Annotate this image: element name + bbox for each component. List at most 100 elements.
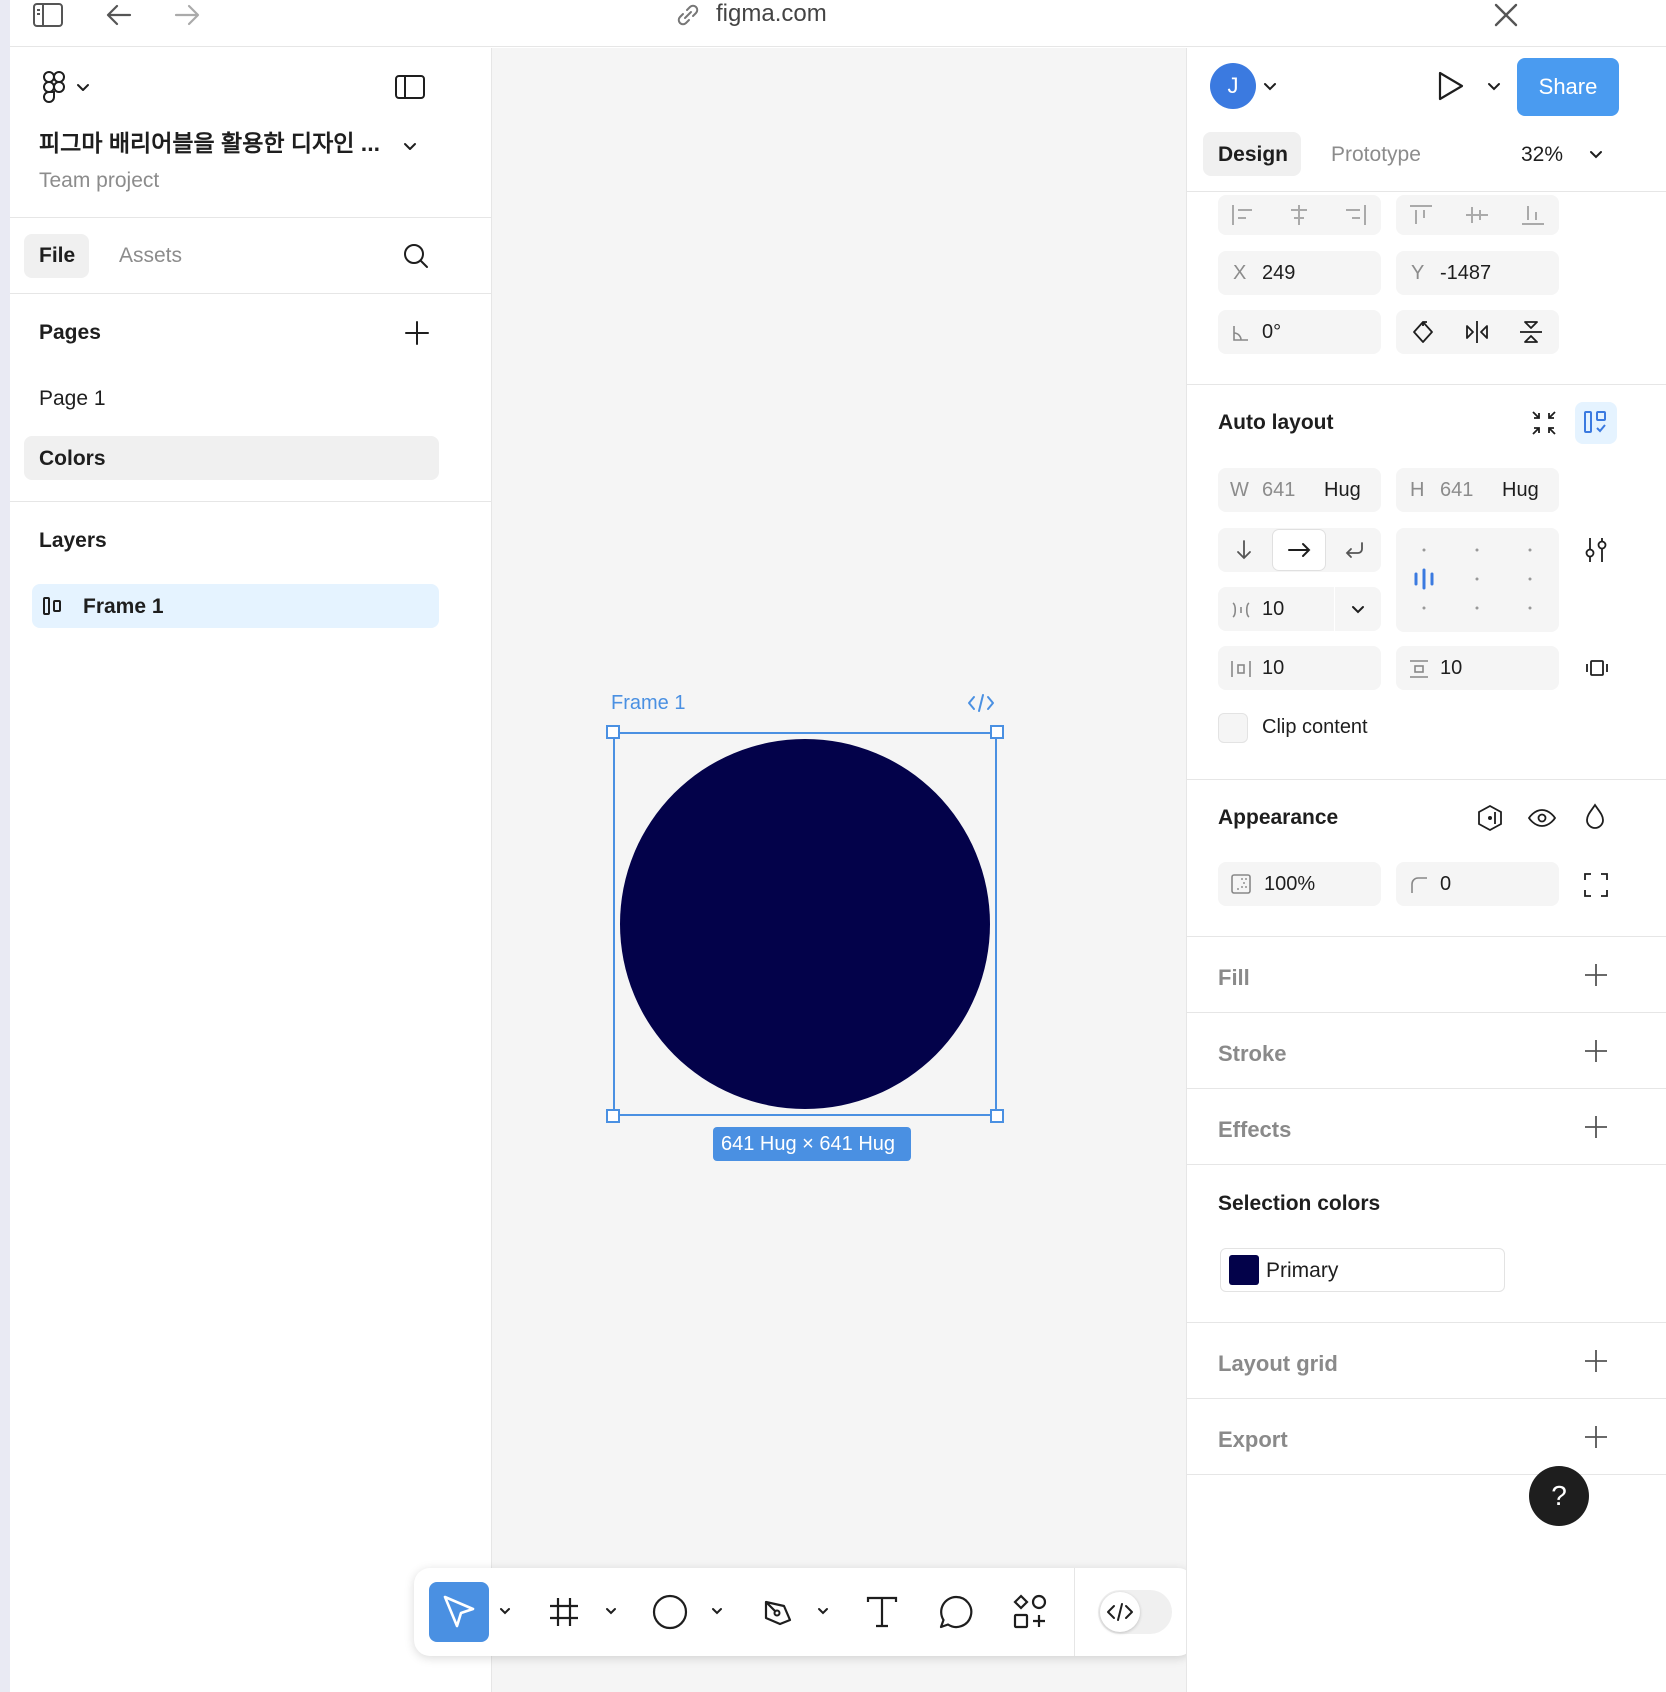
- figma-menu-icon[interactable]: [40, 70, 100, 106]
- play-icon[interactable]: [1435, 70, 1465, 102]
- chevron-down-icon[interactable]: [400, 136, 420, 156]
- code-icon: [1107, 1603, 1133, 1621]
- chevron-down-icon[interactable]: [710, 1604, 724, 1618]
- resize-handle-top-left[interactable]: [606, 725, 620, 739]
- circle-ellipse[interactable]: [620, 739, 990, 1109]
- resize-handle-bottom-right[interactable]: [990, 1109, 1004, 1123]
- page-item-page-1[interactable]: Page 1: [39, 388, 106, 409]
- resources-tool-icon[interactable]: [1012, 1594, 1048, 1630]
- export-heading: Export: [1218, 1427, 1288, 1452]
- search-icon[interactable]: [402, 242, 430, 270]
- zoom-level[interactable]: 32%: [1521, 144, 1563, 165]
- rotate-icon[interactable]: [1410, 319, 1436, 345]
- direction-group: [1218, 528, 1381, 572]
- design-canvas[interactable]: Frame 1 641 Hug × 641 Hug: [414, 48, 1194, 1692]
- h-label: H: [1410, 479, 1425, 501]
- text-tool-icon[interactable]: [864, 1594, 900, 1630]
- chevron-down-icon[interactable]: [498, 1604, 512, 1618]
- color-swatch[interactable]: [1229, 1255, 1259, 1285]
- collapse-icon[interactable]: [1529, 408, 1559, 438]
- resize-handle-bottom-left[interactable]: [606, 1109, 620, 1123]
- bottom-toolbar: [414, 1568, 1194, 1656]
- wrap-icon[interactable]: [1342, 539, 1366, 561]
- fill-heading: Fill: [1218, 965, 1250, 990]
- tab-design-label: Design: [1218, 143, 1289, 166]
- align-right-icon[interactable]: [1342, 203, 1368, 227]
- left-panel: 피그마 배리어블을 활용한 디자인 ... Team project File …: [10, 48, 492, 1692]
- frame-selection-box[interactable]: [613, 732, 997, 1116]
- w-mode[interactable]: Hug: [1324, 480, 1361, 500]
- gap-value: 10: [1262, 598, 1285, 620]
- padding-h-value: 10: [1262, 657, 1285, 679]
- sidebar-toggle-icon[interactable]: [32, 2, 64, 28]
- close-icon[interactable]: [1492, 1, 1520, 29]
- h-mode[interactable]: Hug: [1502, 480, 1539, 500]
- back-arrow-icon[interactable]: [104, 2, 134, 28]
- clip-content-checkbox[interactable]: [1218, 713, 1248, 743]
- tab-prototype[interactable]: Prototype: [1331, 144, 1421, 165]
- flip-horizontal-icon[interactable]: [1464, 319, 1490, 345]
- resize-handle-top-right[interactable]: [990, 725, 1004, 739]
- variable-mode-icon[interactable]: [1475, 804, 1505, 832]
- panel-layout-icon[interactable]: [394, 74, 426, 100]
- align-top-icon[interactable]: [1408, 203, 1434, 227]
- direction-vertical-icon[interactable]: [1232, 539, 1256, 561]
- align-bottom-icon[interactable]: [1520, 203, 1546, 227]
- frame-tool-icon[interactable]: [548, 1596, 580, 1628]
- selection-color-item[interactable]: [1220, 1248, 1505, 1292]
- frame-label[interactable]: Frame 1: [611, 693, 685, 713]
- avatar[interactable]: J: [1210, 63, 1256, 109]
- forward-arrow-icon[interactable]: [172, 2, 202, 28]
- add-export-plus-icon[interactable]: [1583, 1424, 1609, 1450]
- page-item-colors-label: Colors: [39, 447, 106, 470]
- tab-assets[interactable]: Assets: [119, 245, 182, 266]
- y-value: -1487: [1440, 262, 1492, 284]
- layers-heading: Layers: [39, 529, 107, 552]
- alignment-grid[interactable]: [1396, 528, 1559, 632]
- eye-icon[interactable]: [1527, 806, 1557, 830]
- auto-layout-toggle[interactable]: [1575, 402, 1617, 444]
- chevron-down-icon[interactable]: [1587, 146, 1605, 164]
- align-middle-icon[interactable]: [1464, 203, 1490, 227]
- align-center-h-icon[interactable]: [1286, 203, 1312, 227]
- dev-mode-toggle[interactable]: [1098, 1590, 1172, 1634]
- radius-value: 0: [1440, 873, 1452, 895]
- advanced-settings-icon[interactable]: [1583, 536, 1609, 564]
- chevron-down-icon[interactable]: [1485, 78, 1503, 96]
- add-layout-grid-plus-icon[interactable]: [1583, 1348, 1609, 1374]
- chevron-down-icon[interactable]: [604, 1604, 618, 1618]
- direction-horizontal-icon: [1288, 543, 1311, 557]
- add-fill-plus-icon[interactable]: [1583, 962, 1609, 988]
- individual-padding-icon[interactable]: [1585, 656, 1609, 680]
- file-title[interactable]: 피그마 배리어블을 활용한 디자인 ...: [39, 132, 380, 155]
- direction-horizontal-button[interactable]: [1273, 530, 1325, 570]
- help-button[interactable]: ?: [1529, 1466, 1589, 1526]
- ellipse-tool-icon[interactable]: [652, 1594, 688, 1630]
- move-tool-button[interactable]: [429, 1582, 489, 1642]
- chevron-down-icon[interactable]: [1261, 78, 1279, 96]
- angle-icon: [1233, 326, 1248, 341]
- comment-tool-icon[interactable]: [938, 1594, 974, 1630]
- file-subtitle: Team project: [39, 169, 160, 192]
- flip-vertical-icon[interactable]: [1518, 319, 1544, 345]
- url-text[interactable]: figma.com: [716, 2, 827, 26]
- horizontal-padding-icon: [1231, 661, 1251, 677]
- align-left-icon[interactable]: [1230, 203, 1256, 227]
- share-button[interactable]: Share: [1517, 58, 1619, 116]
- chevron-down-icon[interactable]: [1349, 601, 1367, 619]
- independent-corners-icon[interactable]: [1583, 872, 1609, 898]
- pen-tool-icon[interactable]: [760, 1594, 796, 1630]
- code-icon[interactable]: [966, 692, 996, 714]
- layer-frame-1-label: Frame 1: [83, 595, 164, 618]
- add-effect-plus-icon[interactable]: [1583, 1114, 1609, 1140]
- add-stroke-plus-icon[interactable]: [1583, 1038, 1609, 1064]
- x-label: X: [1233, 262, 1247, 284]
- padding-v-value: 10: [1440, 657, 1463, 679]
- blend-mode-drop-icon[interactable]: [1583, 802, 1607, 832]
- chevron-down-icon[interactable]: [816, 1604, 830, 1618]
- pages-heading: Pages: [39, 321, 101, 344]
- add-page-plus-icon[interactable]: [404, 320, 430, 346]
- stroke-heading: Stroke: [1218, 1041, 1287, 1066]
- auto-layout-frame-icon: [42, 595, 66, 617]
- auto-layout-heading: Auto layout: [1218, 411, 1334, 434]
